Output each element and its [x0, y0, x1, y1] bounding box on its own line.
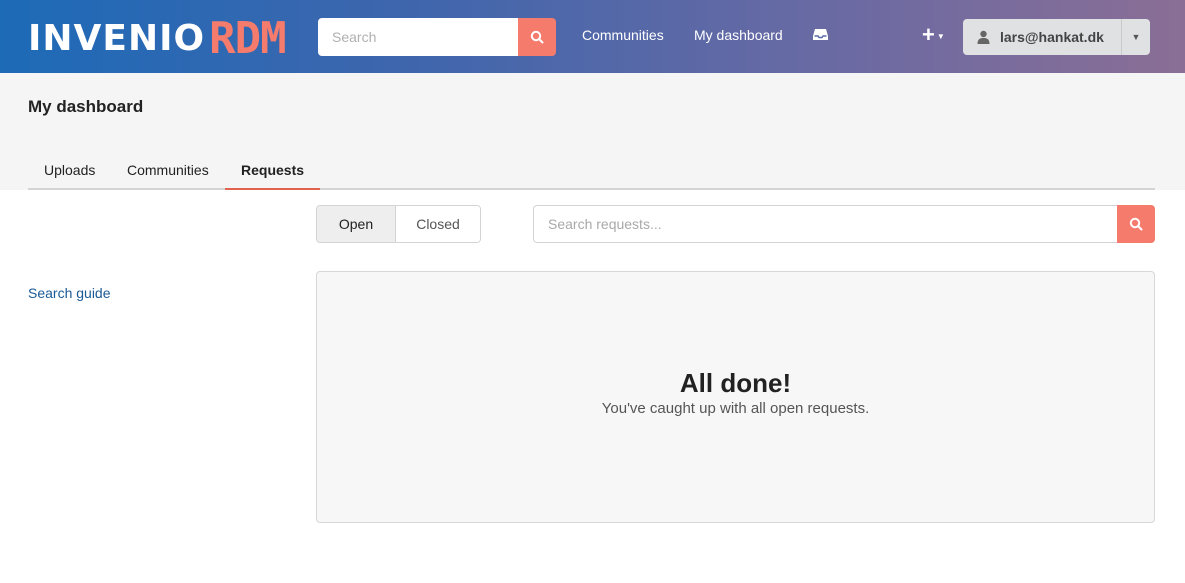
user-dropdown-toggle[interactable]: ▼ — [1121, 19, 1150, 55]
user-email: lars@hankat.dk — [1000, 29, 1104, 45]
quick-create-menu[interactable]: + ▼ — [922, 24, 945, 46]
user-icon — [977, 30, 990, 44]
logo-rdm-text: RDM — [209, 12, 286, 64]
inbox-button[interactable] — [812, 28, 829, 47]
header-search-input[interactable] — [318, 18, 518, 56]
search-icon — [1129, 217, 1143, 231]
plus-icon: + — [922, 22, 935, 47]
search-guide-link[interactable]: Search guide — [28, 285, 111, 301]
tab-uploads[interactable]: Uploads — [44, 162, 95, 178]
invenio-rdm-logo[interactable]: INVENIO RDM — [28, 10, 287, 66]
tab-communities[interactable]: Communities — [127, 162, 209, 178]
tab-requests[interactable]: Requests — [241, 162, 304, 178]
nav-my-dashboard-link[interactable]: My dashboard — [694, 27, 783, 43]
user-account-button[interactable]: lars@hankat.dk — [963, 19, 1121, 55]
header-search-button[interactable] — [518, 18, 556, 56]
header-search — [318, 18, 556, 56]
active-tab-indicator — [225, 188, 320, 190]
requests-search — [533, 205, 1155, 243]
caret-down-icon: ▼ — [936, 32, 945, 41]
page-title: My dashboard — [28, 97, 144, 116]
logo-invenio-text: INVENIO — [28, 17, 206, 59]
requests-empty-state: All done! You've caught up with all open… — [316, 271, 1155, 523]
search-icon — [530, 30, 544, 44]
empty-state-message: You've caught up with all open requests. — [601, 400, 870, 417]
top-header: INVENIO RDM Communities My dashboard + ▼ — [0, 0, 1185, 73]
user-menu[interactable]: lars@hankat.dk ▼ — [963, 19, 1150, 55]
request-status-toggle: Open Closed — [316, 205, 481, 243]
requests-search-input[interactable] — [533, 205, 1117, 243]
empty-state-title: All done! — [679, 368, 792, 398]
nav-communities-link[interactable]: Communities — [582, 27, 664, 43]
caret-down-icon: ▼ — [1131, 32, 1141, 42]
inbox-icon — [813, 29, 828, 40]
dashboard-tabs: Uploads Communities Requests — [28, 150, 1155, 190]
requests-search-button[interactable] — [1117, 205, 1155, 243]
filter-closed-button[interactable]: Closed — [396, 206, 480, 242]
filter-open-button[interactable]: Open — [317, 206, 396, 242]
